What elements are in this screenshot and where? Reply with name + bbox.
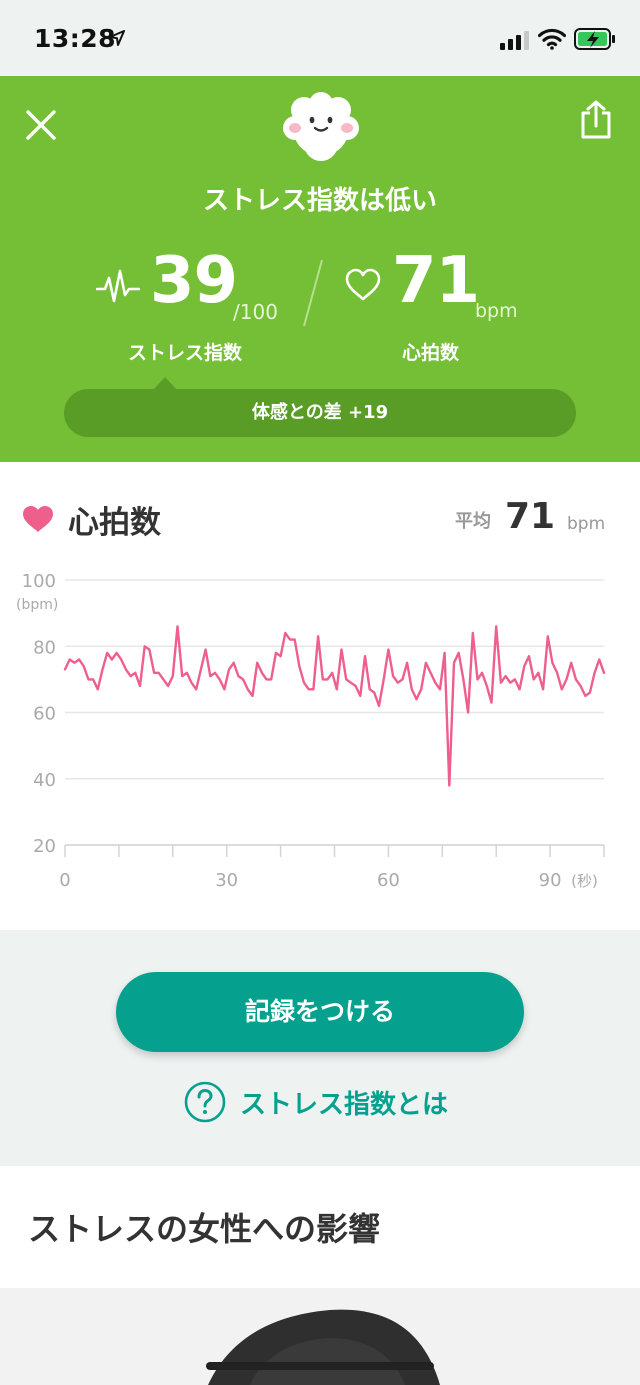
article-title: ストレスの女性への影響 (28, 1210, 381, 1248)
about-stress-index-label: ストレス指数とは (240, 1089, 449, 1120)
y-tick-label: 20 (33, 836, 56, 857)
stress-wave-icon (96, 269, 140, 303)
heart-rate-unit: bpm (475, 300, 518, 322)
heart-rate-card-title: 心拍数 (68, 505, 161, 541)
y-tick-label: 80 (33, 637, 56, 658)
share-icon[interactable] (578, 100, 614, 140)
wifi-icon (538, 28, 566, 50)
heart-rate-chart: 20 40 60 80 100 (bpm) 0 30 60 90 (秒) (16, 571, 606, 891)
status-time: 13:28 (34, 24, 117, 53)
heart-filled-icon (23, 506, 53, 532)
stress-index-label: ストレス指数 (128, 342, 243, 364)
about-stress-index-link[interactable]: ストレス指数とは (184, 1080, 448, 1124)
article-photo-placeholder (0, 1288, 640, 1385)
stress-index-max: /100 (233, 300, 278, 324)
average-value: 71 (505, 496, 556, 537)
x-tick-label: 30 (215, 870, 238, 891)
stress-index-value: 39 (150, 244, 238, 318)
feeling-difference-badge: 体感との差 +19 (64, 389, 576, 437)
heart-outline-icon (345, 268, 381, 301)
average-label: 平均 (455, 511, 491, 532)
x-axis-unit: (秒) (571, 872, 598, 890)
y-tick-label: 60 (33, 704, 56, 725)
record-button[interactable]: 記録をつける (116, 972, 524, 1052)
metric-divider (303, 259, 323, 327)
status-bar: 13:28 (0, 0, 640, 76)
x-tick-label: 90 (539, 870, 562, 891)
x-tick-label: 60 (377, 870, 400, 891)
stress-result-title: ストレス指数は低い (202, 186, 437, 216)
home-indicator (206, 1362, 434, 1370)
battery-charging-icon (574, 28, 615, 50)
location-arrow-icon (109, 30, 125, 46)
close-icon[interactable] (24, 108, 58, 142)
article-image[interactable] (0, 1288, 640, 1385)
y-tick-label: 40 (33, 770, 56, 791)
y-tick-label: 100 (22, 571, 56, 592)
heart-rate-value: 71 (392, 244, 480, 318)
y-axis-unit: (bpm) (16, 597, 58, 613)
x-tick-label: 0 (59, 870, 70, 891)
heart-rate-series-line (63, 625, 606, 787)
signal-icon (500, 31, 529, 50)
average-unit: bpm (567, 514, 606, 534)
mascot-icon (283, 92, 359, 161)
heart-rate-label: 心拍数 (402, 342, 460, 364)
question-icon (184, 1081, 226, 1123)
